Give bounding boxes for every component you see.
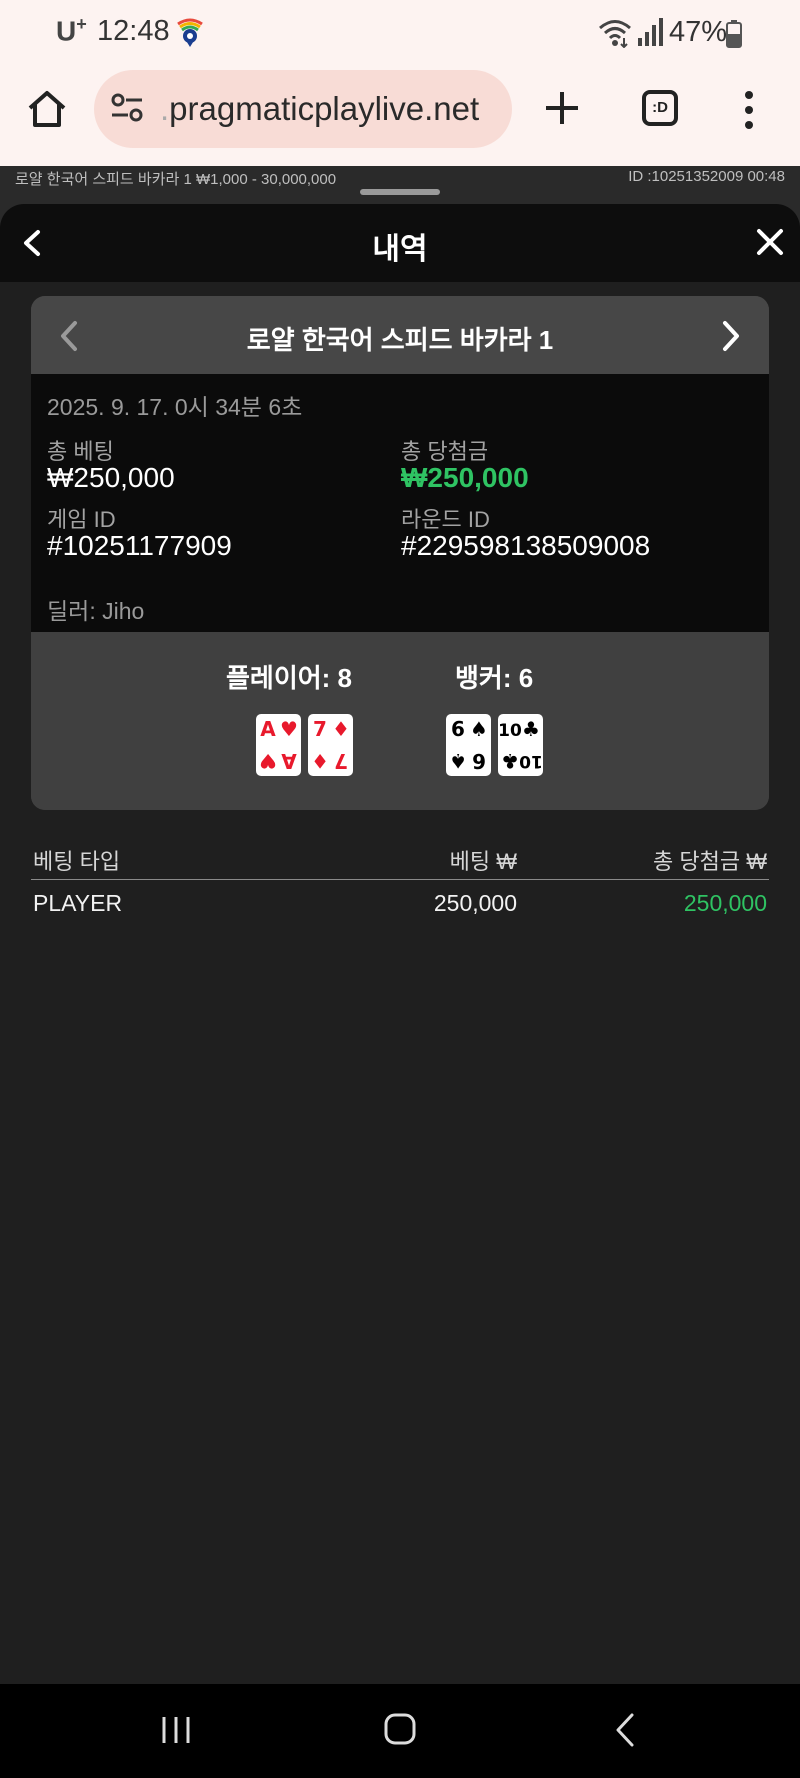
card-rank: 6 xyxy=(472,749,486,773)
location-app-icon xyxy=(177,18,203,47)
tab-switcher-button[interactable]: :D xyxy=(642,90,678,126)
card-rank: 10 xyxy=(498,721,522,741)
next-round-icon[interactable] xyxy=(721,320,741,352)
round-datetime: 2025. 9. 17. 0시 34분 6초 xyxy=(47,394,303,420)
header-bet-type: 베팅 타입 xyxy=(33,849,121,874)
banker-card: 6 ♠ ♠ 6 xyxy=(446,714,491,776)
dealer-name: 딜러: Jiho xyxy=(47,598,145,624)
banker-score: 뱅커: 6 xyxy=(455,663,534,693)
table-row: PLAYER 250,000 250,000 xyxy=(31,882,769,922)
card-suit: ♣ xyxy=(522,717,540,741)
card-rank: A xyxy=(281,749,297,773)
game-card-header: 로얄 한국어 스피드 바카라 1 xyxy=(31,296,769,374)
table-limits-text: 로얄 한국어 스피드 바카라 1 ₩1,000 - 30,000,000 xyxy=(15,171,337,188)
wifi-icon xyxy=(599,20,631,48)
status-bar: U+ 12:48 47% xyxy=(0,0,800,64)
recent-apps-icon[interactable] xyxy=(160,1714,192,1746)
game-name: 로얄 한국어 스피드 바카라 1 xyxy=(246,325,554,355)
history-modal-header: 내역 xyxy=(0,204,800,282)
card-suit: ♣ xyxy=(501,749,519,773)
game-round-card: 로얄 한국어 스피드 바카라 1 2025. 9. 17. 0시 34분 6초 … xyxy=(31,296,769,810)
player-card: 7 ♦ ♦ 7 xyxy=(308,714,353,776)
round-details: 2025. 9. 17. 0시 34분 6초 총 베팅 ₩250,000 총 당… xyxy=(31,374,769,632)
round-id-value: #229598138509008 xyxy=(401,530,651,561)
home-icon[interactable] xyxy=(26,88,68,130)
header-total-win: 총 당첨금 ₩ xyxy=(653,849,767,874)
carrier-label: U+ xyxy=(56,14,87,47)
home-nav-icon[interactable] xyxy=(384,1712,416,1746)
bet-table-header: 베팅 타입 베팅 ₩ 총 당첨금 ₩ xyxy=(31,842,769,880)
round-result: 플레이어: 8 뱅커: 6 A ♥ ♥ A 7 ♦ ♦ 7 6 ♠ ♠ 6 10 ♣ ♣ 10 xyxy=(31,632,769,810)
card-rank: 6 xyxy=(451,717,465,741)
game-id-text: ID :10251352009 00:48 xyxy=(628,168,785,185)
url-text: .pragmaticplaylive.net xyxy=(160,90,480,127)
card-suit: ♥ xyxy=(280,717,298,741)
card-suit: ♦ xyxy=(311,749,329,773)
battery-percent: 47% xyxy=(669,16,728,48)
card-rank: A xyxy=(260,717,276,741)
close-icon[interactable] xyxy=(756,228,784,256)
history-modal-body: 로얄 한국어 스피드 바카라 1 2025. 9. 17. 0시 34분 6초 … xyxy=(0,282,800,1684)
row-total-win: 250,000 xyxy=(683,890,767,916)
new-tab-icon[interactable] xyxy=(544,90,580,126)
player-card: A ♥ ♥ A xyxy=(256,714,301,776)
card-rank: 7 xyxy=(313,717,327,741)
system-nav-bar xyxy=(0,1684,800,1778)
card-suit: ♥ xyxy=(259,749,277,773)
total-win-value: ₩250,000 xyxy=(401,462,529,493)
card-rank: 10 xyxy=(519,751,543,771)
modal-title: 내역 xyxy=(372,233,428,266)
battery-icon xyxy=(726,20,742,48)
card-rank: 7 xyxy=(334,749,348,773)
game-id-value: #10251177909 xyxy=(47,530,232,561)
more-menu-icon[interactable] xyxy=(744,90,754,130)
status-time: 12:48 xyxy=(97,15,170,47)
sheet-drag-handle[interactable] xyxy=(360,189,440,195)
row-bet-amount: 250,000 xyxy=(433,890,517,916)
back-nav-icon[interactable] xyxy=(614,1712,636,1748)
banker-card: 10 ♣ ♣ 10 xyxy=(498,714,543,776)
total-bet-value: ₩250,000 xyxy=(47,462,175,493)
card-suit: ♦ xyxy=(332,717,350,741)
address-bar[interactable]: .pragmaticplaylive.net xyxy=(94,70,512,148)
signal-icon xyxy=(638,18,663,46)
site-settings-icon[interactable] xyxy=(110,92,144,124)
row-bet-type: PLAYER xyxy=(33,890,123,916)
header-bet-amount: 베팅 ₩ xyxy=(449,849,517,874)
card-suit: ♠ xyxy=(449,749,467,773)
browser-toolbar: .pragmaticplaylive.net :D xyxy=(0,64,800,166)
player-score: 플레이어: 8 xyxy=(226,663,353,693)
card-suit: ♠ xyxy=(470,717,488,741)
